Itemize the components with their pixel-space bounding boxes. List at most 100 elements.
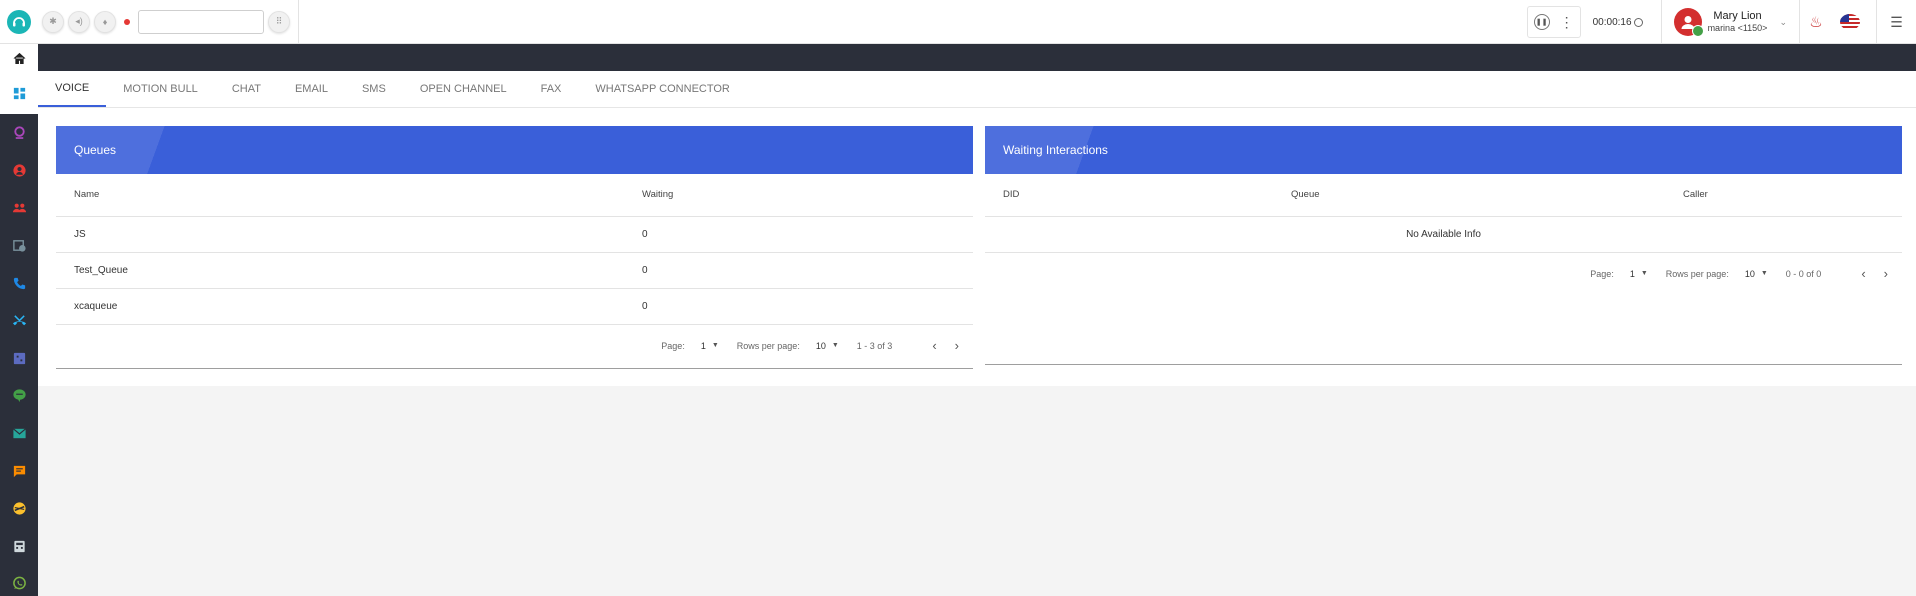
column-header-caller[interactable]: Caller	[1665, 174, 1902, 217]
queue-waiting: 0	[624, 252, 973, 289]
tab-sms[interactable]: SMS	[345, 71, 403, 107]
tab-chat[interactable]: CHAT	[215, 71, 278, 107]
sidebar-item-dashboard[interactable]	[0, 72, 38, 114]
sidebar-item-schedule[interactable]	[0, 227, 38, 265]
page-value: 1	[1629, 268, 1635, 279]
sms-icon	[13, 465, 25, 477]
tab-motion-bull[interactable]: MOTION BULL	[106, 71, 215, 107]
dashboard-icon	[13, 87, 25, 99]
sidebar-item-phone[interactable]	[0, 264, 38, 302]
volume-button[interactable]: ◂)	[68, 10, 90, 33]
monitor-icon	[13, 126, 25, 140]
header-band	[38, 44, 1916, 71]
reports-icon	[13, 352, 25, 364]
timer-value: 00:00:16	[1592, 16, 1632, 28]
mic-button[interactable]: ♦	[94, 10, 116, 33]
sidebar-item-groups[interactable]	[0, 189, 38, 227]
tab-whatsapp-connector[interactable]: WHATSAPP CONNECTOR	[578, 71, 746, 107]
table-row[interactable]: xcaqueue 0	[56, 288, 973, 325]
rows-per-page-select[interactable]: 10 ▼	[816, 341, 839, 351]
record-indicator-icon	[124, 18, 130, 25]
page-label: Page:	[661, 340, 685, 351]
app-logo[interactable]	[0, 0, 38, 44]
sidebar-item-contacts[interactable]	[0, 152, 38, 190]
user-extension: marina <1150>	[1707, 23, 1768, 34]
sidebar-item-chat[interactable]	[0, 377, 38, 415]
empty-state: No Available Info	[985, 216, 1902, 253]
more-vert-icon[interactable]: ⋮	[1560, 15, 1574, 29]
avatar	[1673, 8, 1704, 37]
queues-panel-header: Queues	[56, 126, 973, 174]
column-header-waiting[interactable]: Waiting	[624, 174, 973, 217]
us-flag-icon[interactable]	[1840, 14, 1860, 30]
tab-voice[interactable]: VOICE	[38, 71, 107, 107]
chat-icon	[12, 389, 26, 403]
schedule-icon	[12, 240, 26, 252]
sidebar-item-monitor[interactable]	[0, 114, 38, 152]
fire-icon[interactable]: ♨	[1800, 13, 1832, 31]
tab-email[interactable]: EMAIL	[278, 71, 345, 107]
caret-down-icon: ▼	[831, 342, 839, 349]
sidebar-item-reports[interactable]	[0, 340, 38, 378]
table-row: No Available Info	[985, 216, 1902, 253]
table-row[interactable]: JS 0	[56, 216, 973, 253]
chevron-right-icon[interactable]: ›	[1884, 266, 1888, 281]
waiting-interactions-panel: Waiting Interactions DID Queue Caller No…	[985, 126, 1902, 365]
queues-table: Name Waiting JS 0 Test_Queue 0 xcaqueue …	[56, 174, 973, 325]
tab-open-channel[interactable]: OPEN CHANNEL	[403, 71, 524, 107]
page-select[interactable]: 1 ▼	[701, 341, 719, 351]
caret-down-icon: ▼	[711, 342, 719, 349]
chevron-right-icon[interactable]: ›	[955, 338, 959, 353]
call-missed-icon	[12, 315, 26, 326]
queue-waiting: 0	[624, 216, 973, 253]
whatsapp-icon	[12, 577, 26, 590]
column-header-name[interactable]: Name	[56, 174, 624, 217]
dialpad-button[interactable]: ⠿	[268, 10, 290, 33]
range-label: 1 - 3 of 3	[856, 340, 893, 351]
sidebar-item-missed-calls[interactable]	[0, 302, 38, 340]
softphone-controls: ✱ ◂) ♦ ⠿	[38, 0, 299, 44]
rows-per-page-select[interactable]: 10 ▼	[1745, 269, 1768, 279]
chevron-left-icon[interactable]: ‹	[932, 338, 936, 353]
column-header-did[interactable]: DID	[985, 174, 1273, 217]
email-icon	[12, 428, 26, 439]
tab-fax[interactable]: FAX	[524, 71, 579, 107]
page-select[interactable]: 1 ▼	[1630, 269, 1648, 279]
contacts-icon	[12, 164, 26, 177]
queues-panel: Queues Name Waiting JS 0 Test_Queue 0 xc…	[56, 126, 973, 369]
caret-down-icon: ▼	[1640, 270, 1648, 277]
waiting-table: DID Queue Caller No Available Info	[985, 174, 1902, 253]
dial-input[interactable]	[138, 9, 264, 34]
waiting-title: Waiting Interactions	[1003, 143, 1108, 157]
queues-footer: Page: 1 ▼ Rows per page: 10 ▼ 1 - 3 of 3 ‹…	[56, 325, 973, 369]
user-menu[interactable]: Mary Lion marina <1150> ⌄	[1660, 0, 1800, 44]
main-content: Queues Name Waiting JS 0 Test_Queue 0 xc…	[38, 108, 1916, 386]
groups-icon	[12, 204, 26, 213]
list-menu-icon[interactable]: ☰	[1876, 0, 1916, 44]
table-row[interactable]: Test_Queue 0	[56, 252, 973, 289]
sidebar	[0, 44, 38, 596]
queue-name: JS	[56, 216, 624, 253]
pause-button[interactable]: ❚❚	[1533, 14, 1550, 30]
queue-waiting: 0	[624, 288, 973, 325]
waiting-pagination: Page: 1 ▼ Rows per page: 10 ▼ 0 - 0 of 0 ‹…	[985, 253, 1902, 295]
waiting-footer: Page: 1 ▼ Rows per page: 10 ▼ 0 - 0 of 0 ‹…	[985, 253, 1902, 365]
chevron-down-icon: ⌄	[1779, 16, 1787, 27]
top-bar: ✱ ◂) ♦ ⠿ ❚❚ ⋮ 00:00:16 Mary Lion marina …	[0, 0, 1916, 44]
sidebar-item-fax[interactable]	[0, 528, 38, 566]
sidebar-item-home[interactable]	[0, 44, 38, 72]
chevron-left-icon[interactable]: ‹	[1861, 266, 1865, 281]
sidebar-item-email[interactable]	[0, 415, 38, 453]
calculator-icon	[13, 540, 25, 552]
column-header-queue[interactable]: Queue	[1273, 174, 1665, 217]
sidebar-item-open-channel[interactable]	[0, 490, 38, 528]
alert-button[interactable]: ✱	[42, 10, 64, 33]
openchannel-icon	[12, 502, 26, 515]
sidebar-item-sms[interactable]	[0, 452, 38, 490]
channel-tabs: VOICE MOTION BULL CHAT EMAIL SMS OPEN CH…	[38, 71, 1916, 108]
sidebar-item-whatsapp[interactable]	[0, 565, 38, 596]
rows-per-page-value: 10	[1744, 268, 1755, 279]
queues-pagination: Page: 1 ▼ Rows per page: 10 ▼ 1 - 3 of 3 ‹…	[56, 325, 973, 367]
user-name: Mary Lion	[1713, 10, 1762, 22]
rows-per-page-label: Rows per page:	[1665, 268, 1729, 279]
